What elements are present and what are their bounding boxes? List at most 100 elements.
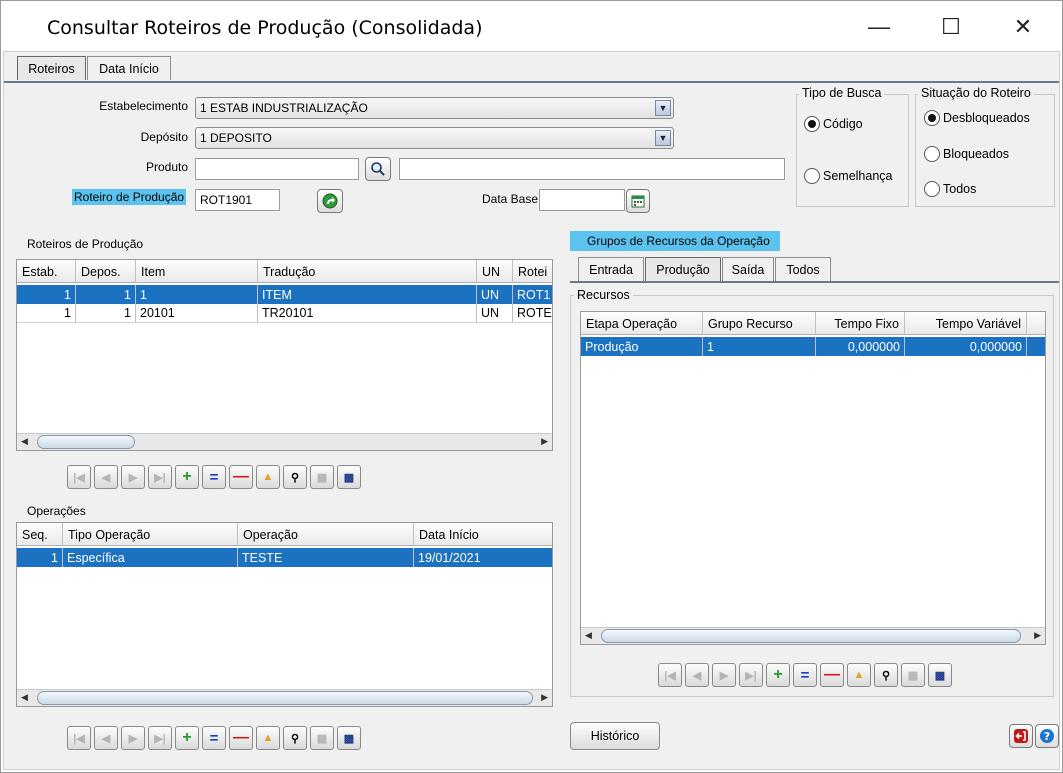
cell-seq: 1 bbox=[17, 548, 63, 567]
remove-icon[interactable]: — bbox=[229, 465, 253, 489]
last-record-icon[interactable]: ▶| bbox=[739, 663, 763, 687]
export-icon[interactable]: ▩ bbox=[337, 465, 361, 489]
scroll-right-icon[interactable]: ▶ bbox=[541, 436, 548, 447]
add-icon[interactable]: + bbox=[175, 726, 199, 750]
radio-codigo[interactable]: Código bbox=[804, 116, 863, 132]
first-record-icon[interactable]: |◀ bbox=[67, 465, 91, 489]
scroll-right-icon[interactable]: ▶ bbox=[541, 692, 548, 703]
col-traducao[interactable]: Tradução bbox=[258, 260, 477, 283]
cell-data-inicio: 19/01/2021 bbox=[414, 548, 552, 567]
scroll-left-icon[interactable]: ◀ bbox=[21, 692, 28, 703]
table-row[interactable]: 1 1 1 ITEM UN ROT1 bbox=[17, 285, 552, 304]
grid-icon[interactable]: ▦ bbox=[310, 726, 334, 750]
data-base-input[interactable] bbox=[539, 189, 625, 211]
table-row[interactable]: 1 Específica TESTE 19/01/2021 bbox=[17, 548, 552, 567]
export-icon[interactable]: ▩ bbox=[337, 726, 361, 750]
deposito-select[interactable]: 1 DEPOSITO ▼ bbox=[195, 127, 674, 149]
search-icon[interactable]: ⚲ bbox=[283, 465, 307, 489]
scrollbar-thumb[interactable] bbox=[601, 629, 1021, 643]
deposito-label: Depósito bbox=[140, 130, 188, 144]
produto-input[interactable] bbox=[195, 158, 359, 180]
col-tempo-fixo[interactable]: Tempo Fixo bbox=[816, 312, 905, 335]
remove-icon[interactable]: — bbox=[820, 663, 844, 687]
search-icon[interactable] bbox=[365, 157, 391, 181]
col-tipo-operacao[interactable]: Tipo Operação bbox=[63, 523, 238, 546]
roteiros-grid[interactable]: Estab. Depos. Item Tradução UN Rotei 1 1… bbox=[16, 259, 553, 451]
scroll-left-icon[interactable]: ◀ bbox=[21, 436, 28, 447]
col-item[interactable]: Item bbox=[136, 260, 258, 283]
roteiro-input[interactable]: ROT1901 bbox=[195, 189, 280, 211]
up-triangle-icon[interactable]: ▲ bbox=[256, 726, 280, 750]
horizontal-scrollbar[interactable]: ◀ ▶ bbox=[17, 433, 552, 450]
add-icon[interactable]: + bbox=[175, 465, 199, 489]
equal-icon[interactable]: = bbox=[202, 465, 226, 489]
tab-data-inicio[interactable]: Data Início bbox=[87, 56, 171, 80]
col-depos[interactable]: Depos. bbox=[76, 260, 136, 283]
tab-producao[interactable]: Produção bbox=[645, 257, 721, 281]
col-tempo-variavel[interactable]: Tempo Variável bbox=[905, 312, 1027, 335]
operacoes-grid[interactable]: Seq. Tipo Operação Operação Data Início … bbox=[16, 522, 553, 707]
col-un[interactable]: UN bbox=[477, 260, 513, 283]
maximize-icon[interactable]: ☐ bbox=[931, 9, 971, 45]
next-record-icon[interactable]: ▶ bbox=[121, 726, 145, 750]
chevron-down-icon[interactable]: ▼ bbox=[655, 130, 671, 146]
horizontal-scrollbar[interactable]: ◀ ▶ bbox=[17, 689, 552, 706]
equal-icon[interactable]: = bbox=[202, 726, 226, 750]
help-icon[interactable]: ? bbox=[1035, 724, 1059, 748]
roteiros-nav-toolbar: |◀ ◀ ▶ ▶| + = — ▲ ⚲ ▦ ▩ bbox=[67, 465, 361, 489]
scroll-left-icon[interactable]: ◀ bbox=[585, 630, 592, 641]
first-record-icon[interactable]: |◀ bbox=[658, 663, 682, 687]
last-record-icon[interactable]: ▶| bbox=[148, 726, 172, 750]
tab-saida-label: Saída bbox=[731, 262, 765, 277]
estabelecimento-select[interactable]: 1 ESTAB INDUSTRIALIZAÇÃO ▼ bbox=[195, 97, 674, 119]
previous-record-icon[interactable]: ◀ bbox=[94, 726, 118, 750]
tab-todos[interactable]: Todos bbox=[775, 257, 831, 281]
col-etapa-operacao[interactable]: Etapa Operação bbox=[581, 312, 703, 335]
col-grupo-recurso[interactable]: Grupo Recurso bbox=[703, 312, 816, 335]
col-seq[interactable]: Seq. bbox=[17, 523, 63, 546]
col-estab[interactable]: Estab. bbox=[17, 260, 76, 283]
radio-desbloqueados[interactable]: Desbloqueados bbox=[924, 110, 1030, 126]
calendar-icon[interactable] bbox=[626, 189, 650, 213]
table-row[interactable]: 1 1 20101 TR20101 UN ROTE bbox=[17, 304, 552, 323]
tab-entrada[interactable]: Entrada bbox=[578, 257, 644, 281]
col-roteiro[interactable]: Rotei bbox=[513, 260, 552, 283]
first-record-icon[interactable]: |◀ bbox=[67, 726, 91, 750]
equal-icon[interactable]: = bbox=[793, 663, 817, 687]
remove-icon[interactable]: — bbox=[229, 726, 253, 750]
radio-todos[interactable]: Todos bbox=[924, 181, 976, 197]
produto-description-input[interactable] bbox=[399, 158, 785, 180]
chevron-down-icon[interactable]: ▼ bbox=[655, 100, 671, 116]
client-area: Roteiros Data Início Estabelecimento 1 E… bbox=[3, 51, 1060, 770]
export-icon[interactable]: ▩ bbox=[928, 663, 952, 687]
col-data-inicio[interactable]: Data Início bbox=[414, 523, 552, 546]
search-icon[interactable]: ⚲ bbox=[283, 726, 307, 750]
grid-icon[interactable]: ▦ bbox=[310, 465, 334, 489]
scroll-right-icon[interactable]: ▶ bbox=[1034, 630, 1041, 641]
table-row[interactable]: Produção 1 0,000000 0,000000 bbox=[581, 337, 1045, 356]
horizontal-scrollbar[interactable]: ◀ ▶ bbox=[581, 627, 1045, 644]
next-record-icon[interactable]: ▶ bbox=[121, 465, 145, 489]
add-icon[interactable]: + bbox=[766, 663, 790, 687]
tab-roteiros[interactable]: Roteiros bbox=[17, 56, 86, 80]
close-icon[interactable]: ✕ bbox=[1003, 9, 1043, 45]
up-triangle-icon[interactable]: ▲ bbox=[256, 465, 280, 489]
exit-icon[interactable] bbox=[1009, 724, 1033, 748]
up-triangle-icon[interactable]: ▲ bbox=[847, 663, 871, 687]
refresh-arrow-icon[interactable] bbox=[317, 189, 343, 213]
search-icon[interactable]: ⚲ bbox=[874, 663, 898, 687]
previous-record-icon[interactable]: ◀ bbox=[685, 663, 709, 687]
tab-saida[interactable]: Saída bbox=[722, 257, 774, 281]
col-operacao[interactable]: Operação bbox=[238, 523, 414, 546]
recursos-grid[interactable]: Etapa Operação Grupo Recurso Tempo Fixo … bbox=[580, 311, 1046, 645]
scrollbar-thumb[interactable] bbox=[37, 435, 135, 449]
scrollbar-thumb[interactable] bbox=[37, 691, 533, 705]
grid-icon[interactable]: ▦ bbox=[901, 663, 925, 687]
minimize-icon[interactable]: — bbox=[859, 9, 899, 45]
next-record-icon[interactable]: ▶ bbox=[712, 663, 736, 687]
radio-bloqueados[interactable]: Bloqueados bbox=[924, 146, 1009, 162]
radio-semelhanca[interactable]: Semelhança bbox=[804, 168, 893, 184]
historico-button[interactable]: Histórico bbox=[570, 722, 660, 750]
last-record-icon[interactable]: ▶| bbox=[148, 465, 172, 489]
previous-record-icon[interactable]: ◀ bbox=[94, 465, 118, 489]
